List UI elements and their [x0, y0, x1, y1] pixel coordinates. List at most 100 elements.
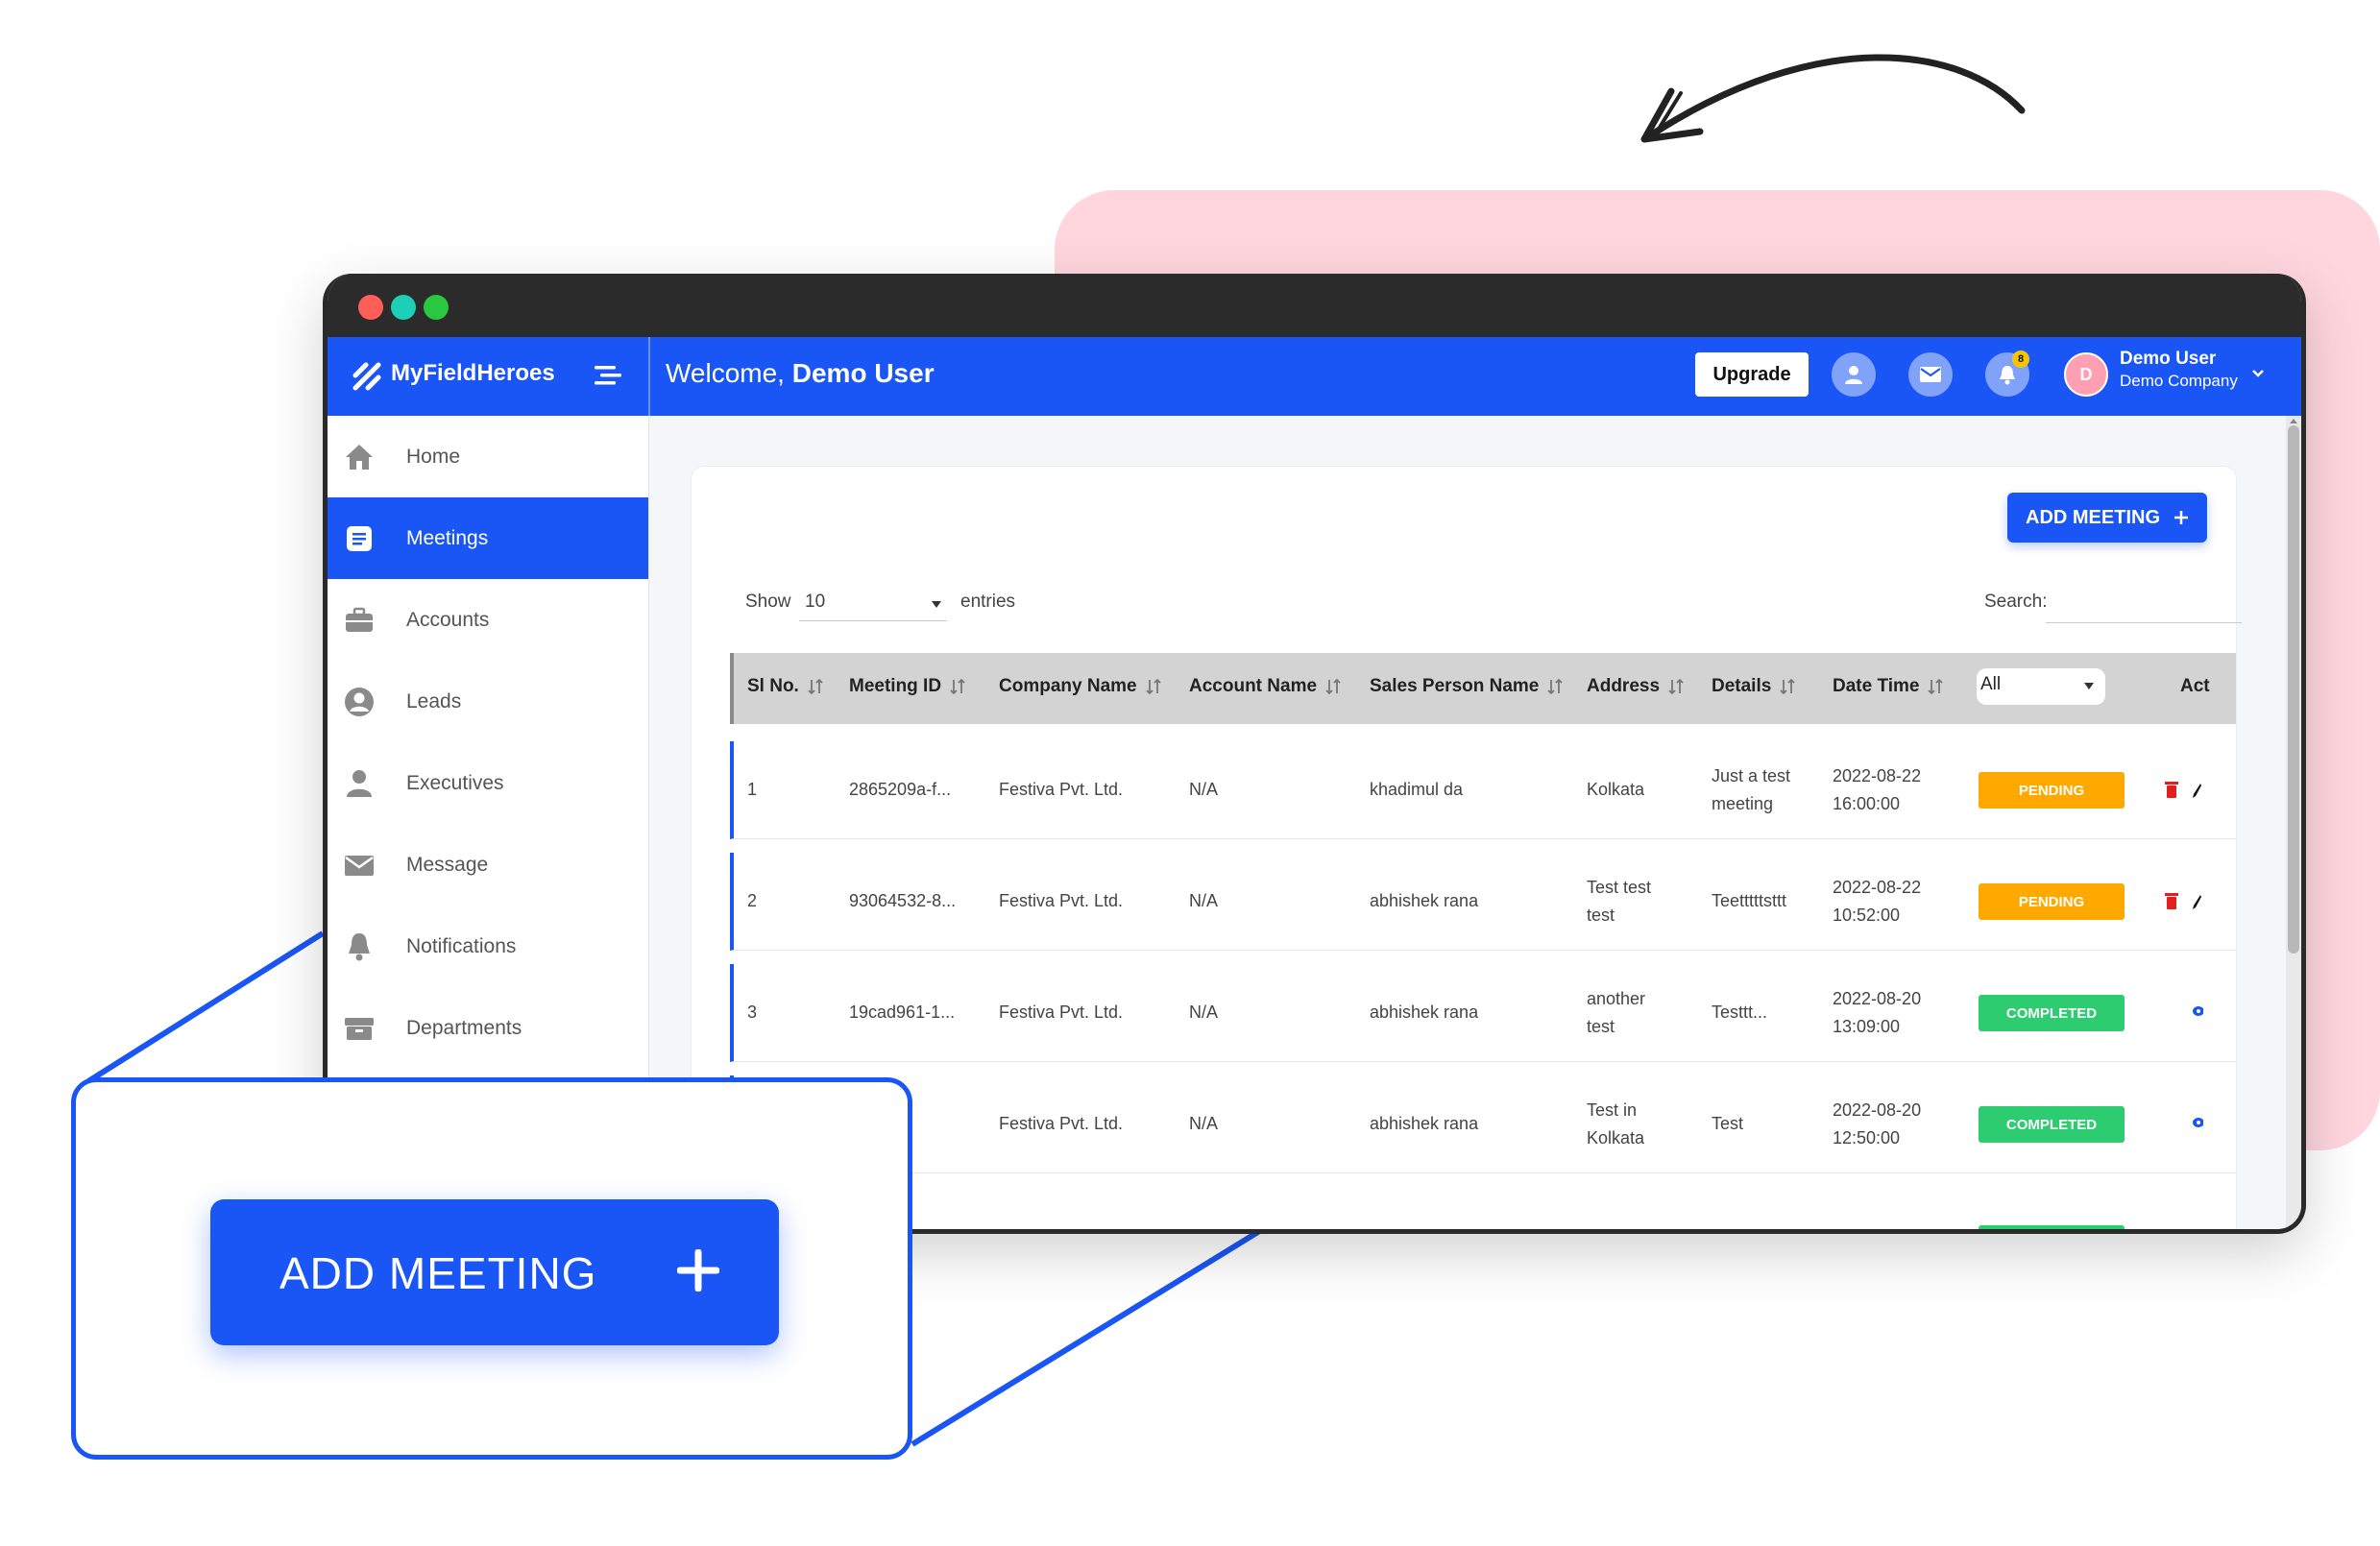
cell-date: 2022-08-20 [1833, 1100, 1922, 1120]
sidebar-item-departments[interactable]: Departments [328, 987, 648, 1069]
column-label: Details [1712, 676, 1772, 696]
add-meeting-button[interactable]: ADD MEETING [2007, 493, 2207, 543]
column-header-details[interactable]: Details [1712, 676, 1796, 697]
cell-account: N/A [1189, 891, 1219, 910]
mail-icon [1920, 367, 1941, 382]
delete-icon[interactable] [2163, 780, 2180, 799]
chevron-down-icon[interactable] [2250, 366, 2266, 381]
home-icon [346, 445, 373, 470]
upgrade-button[interactable]: Upgrade [1695, 352, 1809, 397]
table-row[interactable]: 2 93064532-8... Festiva Pvt. Ltd. N/A ab… [730, 853, 2236, 951]
column-label: Sl No. [747, 676, 799, 696]
column-header-sl-no[interactable]: Sl No. [747, 676, 824, 697]
menu-toggle-icon[interactable] [595, 364, 621, 387]
sidebar-item-message[interactable]: Message [328, 824, 648, 906]
cell-address-line1: Kolkata [1587, 780, 1645, 799]
edit-icon[interactable] [2192, 780, 2201, 799]
column-label: Date Time [1833, 676, 1920, 696]
show-label: Show [745, 592, 791, 612]
sort-icon [808, 678, 823, 695]
entries-select[interactable]: 10 [799, 582, 947, 621]
sidebar-item-label: Departments [406, 1016, 522, 1039]
cell-meeting-id: 2865209a-f... [849, 780, 952, 799]
cell-address-line2: Kolkata [1587, 1128, 1645, 1147]
cell-details-line1: Just a test [1712, 766, 1791, 785]
profile-button[interactable] [1832, 352, 1876, 397]
add-meeting-button-zoomed[interactable]: ADD MEETING [210, 1199, 779, 1345]
sidebar-item-executives[interactable]: Executives [328, 742, 648, 824]
user-circle-icon [345, 688, 374, 716]
view-eye-icon[interactable] [2190, 1004, 2203, 1018]
close-dot-icon[interactable] [358, 295, 383, 320]
maximize-dot-icon[interactable] [424, 295, 449, 320]
column-header-sales-person-name[interactable]: Sales Person Name [1370, 676, 1564, 697]
cell-address-line2: test [1587, 1017, 1615, 1036]
column-header-company-name[interactable]: Company Name [999, 676, 1162, 697]
sidebar-item-label: Message [406, 853, 489, 876]
sidebar-item-label: Leads [406, 689, 462, 713]
cell-address-line2: test [1587, 906, 1615, 925]
sidebar-item-notifications[interactable]: Notifications [328, 906, 648, 987]
cell-address-line1: Test in [1587, 1100, 1638, 1120]
table-row[interactable]: 1 2865209a-f... Festiva Pvt. Ltd. N/A kh… [730, 741, 2236, 839]
welcome-prefix: Welcome, [666, 358, 792, 388]
plus-icon [677, 1249, 719, 1292]
cell-account: N/A [1189, 1002, 1219, 1022]
notification-count-badge: 8 [2012, 350, 2029, 368]
meetings-card: ADD MEETING Show 10 entries Search: Sl N… [691, 466, 2242, 1229]
column-header-meeting-id[interactable]: Meeting ID [849, 676, 966, 697]
cell-sales-person: khadimul da [1370, 780, 1464, 799]
column-header-address[interactable]: Address [1587, 676, 1685, 697]
cell-date: 2022-08-22 [1833, 878, 1922, 897]
table-row[interactable]: 9-3... Festiva Pvt. Ltd. N/A abhishek ra… [730, 1075, 2236, 1173]
cell-company: Festiva Pvt. Ltd. [999, 1114, 1124, 1133]
window-titlebar [328, 274, 2301, 337]
status-badge: COMPLETED [1979, 1106, 2125, 1143]
welcome-user: Demo User [791, 358, 935, 388]
column-header-account-name[interactable]: Account Name [1189, 676, 1342, 697]
bell-icon [349, 933, 370, 961]
scroll-thumb[interactable] [2288, 425, 2299, 954]
sort-icon [950, 678, 965, 695]
view-eye-icon[interactable] [2190, 1116, 2203, 1129]
table-row[interactable] [730, 1187, 2236, 1229]
page-scrollbar[interactable] [2286, 416, 2301, 1229]
sidebar-item-label: Notifications [406, 934, 517, 957]
cell-address-line1: Test test [1587, 878, 1652, 897]
status-filter-select[interactable]: All [1977, 668, 2105, 705]
table-row[interactable]: 3 19cad961-1... Festiva Pvt. Ltd. N/A ab… [730, 964, 2236, 1062]
column-label: Sales Person Name [1370, 676, 1540, 696]
minimize-dot-icon[interactable] [391, 295, 416, 320]
sidebar-item-home[interactable]: Home [328, 416, 648, 497]
notifications-button[interactable]: 8 [1985, 350, 2029, 397]
messages-button[interactable] [1908, 352, 1953, 397]
cell-date: 2022-08-20 [1833, 989, 1922, 1008]
user-company: Demo Company [2120, 372, 2238, 390]
entries-label: entries [960, 592, 1016, 612]
scroll-up-icon[interactable] [2289, 416, 2298, 425]
column-label: Company Name [999, 676, 1137, 696]
status-badge: PENDING [1979, 772, 2125, 809]
search-input[interactable] [2046, 584, 2242, 623]
cell-sales-person: abhishek rana [1370, 891, 1479, 910]
search-label: Search: [1984, 592, 2048, 612]
sidebar-item-meetings[interactable]: Meetings [328, 497, 648, 579]
avatar[interactable]: D [2064, 352, 2108, 397]
cell-details-line2: meeting [1712, 794, 1774, 813]
status-badge [1979, 1225, 2125, 1229]
cell-address-line1: another [1587, 989, 1646, 1008]
sidebar-item-leads[interactable]: Leads [328, 661, 648, 742]
user-icon [1845, 366, 1862, 384]
welcome-message: Welcome, Demo User [666, 358, 935, 389]
sidebar-item-label: Accounts [406, 608, 490, 631]
edit-icon[interactable] [2192, 891, 2201, 910]
status-filter-value: All [1980, 674, 2002, 694]
cell-details-line1: Teetttttsttt [1712, 891, 1787, 910]
column-header-date-time[interactable]: Date Time [1833, 676, 1944, 697]
add-meeting-label: ADD MEETING [2026, 506, 2160, 528]
cell-meeting-id: 19cad961-1... [849, 1002, 956, 1022]
delete-icon[interactable] [2163, 891, 2180, 910]
sidebar-item-accounts[interactable]: Accounts [328, 579, 648, 661]
brand-logo-icon [352, 362, 381, 391]
user-name[interactable]: Demo User [2120, 349, 2216, 370]
